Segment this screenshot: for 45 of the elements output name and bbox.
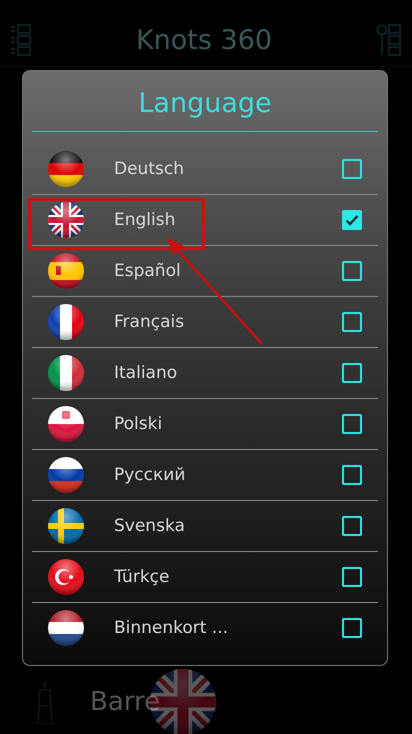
flag-icon xyxy=(48,406,84,442)
language-item[interactable]: Polski xyxy=(32,399,378,450)
language-name: Binnenkort ... xyxy=(114,618,230,638)
dialog-title: Language xyxy=(32,88,378,132)
language-item[interactable]: Binnenkort ... xyxy=(32,603,378,653)
app-title: Knots 360 xyxy=(136,24,272,56)
flag-icon xyxy=(48,355,84,391)
flag-icon xyxy=(48,457,84,493)
language-name: Polski xyxy=(114,414,164,434)
checkbox[interactable] xyxy=(342,363,362,383)
language-name: Русский xyxy=(114,465,186,485)
checkbox[interactable] xyxy=(342,312,362,332)
language-name: Español xyxy=(114,261,182,281)
checkbox[interactable] xyxy=(342,465,362,485)
language-item[interactable]: Русский xyxy=(32,450,378,501)
language-item[interactable]: Español xyxy=(32,246,378,297)
language-item[interactable]: Türkçe xyxy=(32,552,378,603)
checkbox[interactable] xyxy=(342,261,362,281)
language-name: Italiano xyxy=(114,363,178,383)
language-name: Français xyxy=(114,312,186,332)
checkbox[interactable] xyxy=(342,414,362,434)
language-item[interactable]: Svenska xyxy=(32,501,378,552)
flag-icon xyxy=(48,508,84,544)
checkbox[interactable] xyxy=(342,159,362,179)
checkbox[interactable] xyxy=(342,567,362,587)
checkbox[interactable] xyxy=(342,618,362,638)
search-list-icon xyxy=(376,23,402,57)
language-name: Türkçe xyxy=(114,567,170,587)
flag-icon xyxy=(48,610,84,646)
language-name: English xyxy=(114,210,176,230)
language-item[interactable]: Italiano xyxy=(32,348,378,399)
checkbox[interactable] xyxy=(342,210,362,230)
flag-icon xyxy=(48,202,84,238)
flag-icon xyxy=(48,253,84,289)
language-name: Svenska xyxy=(114,516,186,536)
language-item[interactable]: Français xyxy=(32,297,378,348)
flag-icon xyxy=(48,304,84,340)
language-item[interactable]: English xyxy=(32,195,378,246)
language-item[interactable]: Deutsch xyxy=(32,144,378,195)
flag-icon xyxy=(48,151,84,187)
flag-icon xyxy=(48,559,84,595)
check-icon xyxy=(345,214,359,226)
checkbox[interactable] xyxy=(342,516,362,536)
language-name: Deutsch xyxy=(114,159,185,179)
grid-menu-icon xyxy=(10,23,32,57)
